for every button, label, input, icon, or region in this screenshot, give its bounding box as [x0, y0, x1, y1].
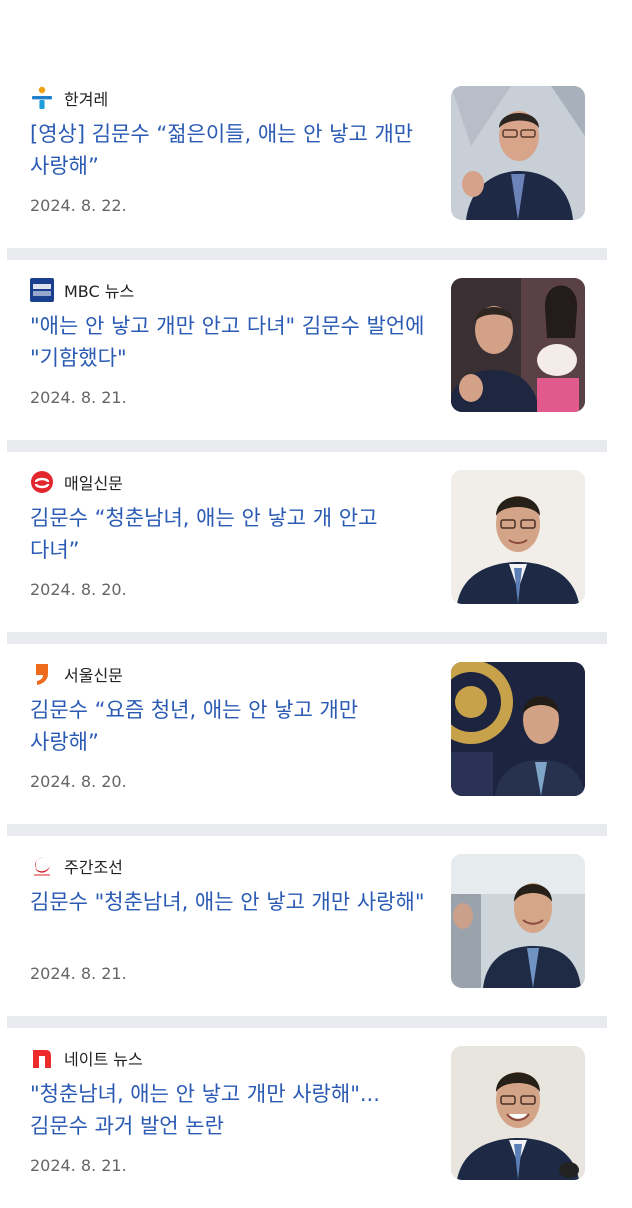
article-headline[interactable]: "청춘남녀, 애는 안 낳고 개만 사랑해"...김문수 과거 발언 논란	[30, 1078, 430, 1142]
article-date: 2024. 8. 20.	[30, 580, 127, 599]
article-headline[interactable]: "애는 안 낳고 개만 안고 다녀" 김문수 발언에 "기함했다"	[30, 310, 430, 374]
article-date: 2024. 8. 21.	[30, 1156, 127, 1175]
source-row: 주간조선	[30, 854, 123, 878]
article-headline[interactable]: 김문수 “요즘 청년, 애는 안 낳고 개만 사랑해”	[30, 694, 430, 758]
separator	[7, 440, 607, 452]
source-row: 한겨레	[30, 86, 108, 110]
news-item[interactable]: 네이트 뉴스 "청춘남녀, 애는 안 낳고 개만 사랑해"...김문수 과거 발…	[7, 1028, 614, 1208]
source-name[interactable]: 한겨레	[64, 86, 108, 110]
source-name[interactable]: 주간조선	[64, 854, 123, 878]
news-item[interactable]: MBC 뉴스 "애는 안 낳고 개만 안고 다녀" 김문수 발언에 "기함했다"…	[7, 260, 614, 440]
man-walking-photo[interactable]	[451, 854, 585, 988]
source-row: MBC 뉴스	[30, 278, 134, 302]
source-row: 서울신문	[30, 662, 123, 686]
man-smiling-photo[interactable]	[451, 1046, 585, 1180]
separator	[7, 824, 607, 836]
source-name[interactable]: 서울신문	[64, 662, 123, 686]
source-row: 네이트 뉴스	[30, 1046, 143, 1070]
article-headline[interactable]: 김문수 "청춘남녀, 애는 안 낳고 개만 사랑해"	[30, 886, 430, 918]
hani-logo-icon	[30, 86, 54, 110]
weekly-chosun-logo-icon	[30, 854, 54, 878]
nate-logo-icon	[30, 1046, 54, 1070]
man-and-woman-with-dog-photo[interactable]	[451, 278, 585, 412]
separator	[7, 1016, 607, 1028]
man-with-emblem-photo[interactable]	[451, 662, 585, 796]
article-date: 2024. 8. 20.	[30, 772, 127, 791]
source-name[interactable]: MBC 뉴스	[64, 278, 134, 302]
man-gesturing-photo[interactable]	[451, 86, 585, 220]
separator	[7, 248, 607, 260]
mbc-news-logo-icon	[30, 278, 54, 302]
source-name[interactable]: 네이트 뉴스	[64, 1046, 143, 1070]
news-item[interactable]: 서울신문 김문수 “요즘 청년, 애는 안 낳고 개만 사랑해” 2024. 8…	[7, 644, 614, 824]
news-item[interactable]: 한겨레 [영상] 김문수 “젊은이들, 애는 안 낳고 개만 사랑해” 2024…	[7, 68, 614, 248]
maeil-logo-icon	[30, 470, 54, 494]
article-headline[interactable]: [영상] 김문수 “젊은이들, 애는 안 낳고 개만 사랑해”	[30, 118, 430, 182]
article-date: 2024. 8. 21.	[30, 964, 127, 983]
separator	[7, 632, 607, 644]
news-list: 한겨레 [영상] 김문수 “젊은이들, 애는 안 낳고 개만 사랑해” 2024…	[0, 68, 632, 1208]
article-date: 2024. 8. 21.	[30, 388, 127, 407]
seoul-shinmun-logo-icon	[30, 662, 54, 686]
article-date: 2024. 8. 22.	[30, 196, 127, 215]
source-row: 매일신문	[30, 470, 123, 494]
source-name[interactable]: 매일신문	[64, 470, 123, 494]
man-portrait-photo[interactable]	[451, 470, 585, 604]
news-item[interactable]: 주간조선 김문수 "청춘남녀, 애는 안 낳고 개만 사랑해" 2024. 8.…	[7, 836, 614, 1016]
news-item[interactable]: 매일신문 김문수 “청춘남녀, 애는 안 낳고 개 안고 다녀” 2024. 8…	[7, 452, 614, 632]
article-headline[interactable]: 김문수 “청춘남녀, 애는 안 낳고 개 안고 다녀”	[30, 502, 430, 566]
